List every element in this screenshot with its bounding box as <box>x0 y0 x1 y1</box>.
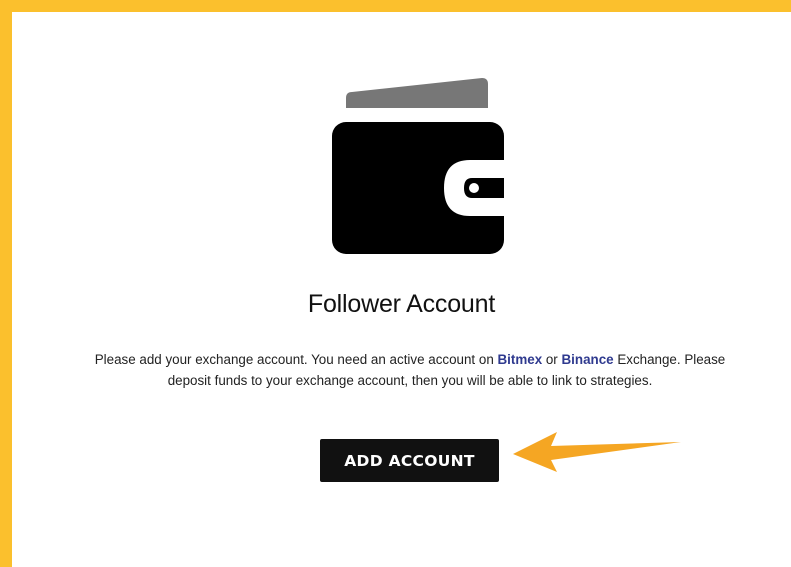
add-account-button[interactable]: ADD ACCOUNT <box>320 439 499 482</box>
arrow-left-icon <box>513 432 681 472</box>
bitmex-link[interactable]: Bitmex <box>497 352 542 367</box>
follower-account-panel: Follower Account Please add your exchang… <box>12 12 791 567</box>
page-title: Follower Account <box>307 290 496 318</box>
binance-link[interactable]: Binance <box>562 352 614 367</box>
instructions-text: or <box>542 352 562 367</box>
wallet-icon <box>332 78 504 254</box>
account-instructions: Please add your exchange account. You ne… <box>76 349 744 391</box>
instructions-text: Please add your exchange account. You ne… <box>94 352 498 367</box>
